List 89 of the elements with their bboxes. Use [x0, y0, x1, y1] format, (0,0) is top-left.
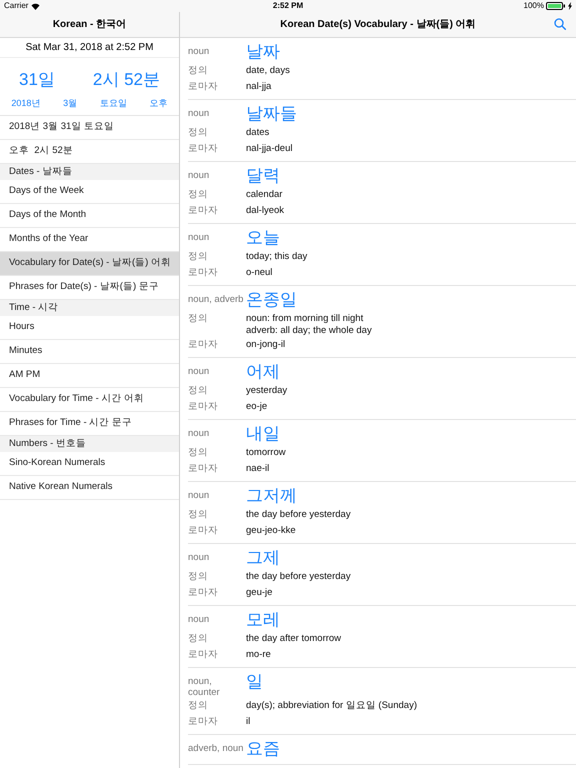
korean-word: 날짜들	[246, 103, 297, 125]
field-label: 로마자	[188, 462, 219, 476]
definition-text: adverb: all day; the whole day	[246, 325, 372, 337]
field-label: 정의	[188, 384, 209, 398]
part-of-speech: noun	[188, 489, 210, 501]
field-label: 정의	[188, 632, 209, 646]
korean-word: 오늘	[246, 227, 280, 249]
battery-icon	[546, 2, 566, 10]
battery-percent: 100%	[524, 0, 544, 12]
korean-word: 어제	[246, 361, 280, 383]
definition-text: date, days	[246, 64, 290, 77]
romanization-text: geu-jeo-kke	[246, 524, 296, 538]
field-label: 정의	[188, 312, 209, 326]
definition-text: the day before yesterday	[246, 570, 351, 583]
field-label: 로마자	[188, 338, 219, 352]
search-icon[interactable]	[554, 18, 566, 30]
part-of-speech: noun	[188, 107, 210, 119]
definition-text: calendar	[246, 188, 282, 201]
field-label: 정의	[188, 699, 209, 713]
carrier-label: Carrier	[4, 0, 28, 12]
definition-text: the day before yesterday	[246, 508, 351, 521]
part-of-speech: adverb, noun	[188, 742, 244, 754]
definition-text: day(s); abbreviation for 일요일 (Sunday)	[246, 699, 417, 712]
clock-time: 2:52 PM	[272, 0, 304, 12]
korean-word: 온종일	[246, 289, 297, 311]
date-part: 오후	[150, 96, 168, 110]
part-of-speech: noun	[188, 45, 210, 57]
detail-title: Korean Date(s) Vocabulary - 날짜(들) 어휘	[280, 18, 476, 32]
date-value: 2시 52분	[92, 69, 160, 92]
field-label: 로마자	[188, 648, 219, 662]
romanization-text: dal-lyeok	[246, 204, 284, 218]
romanization-text: eo-je	[246, 400, 268, 414]
romanization-text: nae-il	[246, 462, 270, 476]
part-of-speech: noun	[188, 365, 210, 377]
korean-word: 내일	[246, 423, 280, 445]
definition-text: the day after tomorrow	[246, 632, 342, 645]
date-value: 31일	[18, 69, 55, 92]
sidebar-item[interactable]: Vocabulary for Date(s) - 날짜(들) 어휘	[0, 252, 179, 276]
korean-word: 모레	[246, 609, 280, 631]
field-label: 로마자	[188, 586, 219, 600]
korean-word: 일	[246, 671, 263, 693]
part-of-speech: noun	[188, 551, 210, 563]
korean-word: 달력	[246, 165, 280, 187]
romanization-text: geu-je	[246, 586, 272, 600]
romanization-text: nal-jja	[246, 80, 272, 94]
section-header: Time - 시각	[0, 300, 179, 316]
part-of-speech: noun	[188, 613, 210, 625]
romanization-text: nal-jja-deul	[246, 142, 292, 156]
korean-word: 날짜	[246, 41, 280, 63]
charging-bolt-icon	[568, 2, 572, 10]
part-of-speech: noun	[188, 427, 210, 439]
romanization-text: o-neul	[246, 266, 272, 280]
part-of-speech: noun, counter	[188, 675, 221, 698]
field-label: 로마자	[188, 715, 219, 729]
part-of-speech: noun	[188, 231, 210, 243]
romanization-text: mo-re	[246, 648, 271, 662]
date-part: 3월	[63, 96, 78, 110]
field-label: 정의	[188, 446, 209, 460]
definition-text: today; this day	[246, 250, 308, 263]
field-label: 정의	[188, 188, 209, 202]
korean-word: 그제	[246, 547, 280, 569]
romanization-text: on-jong-il	[246, 338, 286, 352]
field-label: 로마자	[188, 142, 219, 156]
field-label: 정의	[188, 64, 209, 78]
korean-word: 그저께	[246, 485, 297, 507]
field-label: 정의	[188, 126, 209, 140]
definition-text: noun: from morning till night	[246, 312, 364, 325]
current-datetime: Sat Mar 31, 2018 at 2:52 PM	[26, 41, 154, 55]
section-header: Numbers - 번호들	[0, 436, 179, 452]
field-label: 로마자	[188, 524, 219, 538]
definition-text: yesterday	[246, 384, 288, 397]
field-label: 로마자	[188, 266, 219, 280]
date-part: 토요일	[100, 96, 127, 110]
section-header: Dates - 날짜들	[0, 164, 179, 180]
field-label: 로마자	[188, 204, 219, 218]
part-of-speech: noun	[188, 169, 210, 181]
korean-word: 요즘	[246, 738, 280, 760]
sidebar-title: Korean - 한국어	[52, 18, 126, 32]
definition-text: dates	[246, 126, 270, 139]
field-label: 정의	[188, 570, 209, 584]
field-label: 로마자	[188, 400, 219, 414]
romanization-text: il	[246, 715, 250, 729]
date-part: 2018년	[11, 96, 40, 110]
field-label: 정의	[188, 508, 209, 522]
field-label: 정의	[188, 250, 209, 264]
wifi-icon	[31, 2, 40, 10]
definition-text: tomorrow	[246, 446, 286, 459]
part-of-speech: noun, adverb	[188, 293, 244, 305]
field-label: 로마자	[188, 80, 219, 94]
